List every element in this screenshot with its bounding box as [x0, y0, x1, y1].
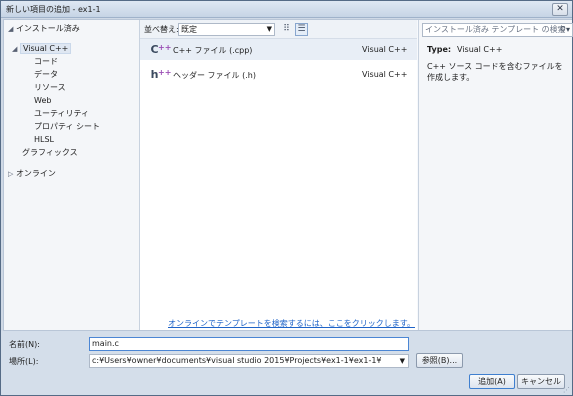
expand-triangle-icon[interactable]: ◢ — [8, 25, 13, 33]
plus-plus-icon: ++ — [158, 68, 172, 77]
tree-item-visual-cpp[interactable]: ◢ Visual C++ — [12, 43, 72, 54]
search-input[interactable]: インストール済み テンプレート の検索 ⚲▾ — [422, 23, 573, 37]
add-button[interactable]: 追加(A) — [469, 374, 515, 389]
name-field[interactable]: main.c — [89, 337, 409, 351]
tree-installed-header[interactable]: ◢ インストール済み — [8, 23, 80, 35]
grid-view-icon[interactable]: ⠿ — [280, 23, 293, 36]
header-file-icon: h ++ — [148, 67, 172, 82]
type-value: Visual C++ — [457, 45, 503, 54]
category-tree: ◢ インストール済み ◢ Visual C++ コード データ リソース Web… — [4, 20, 140, 330]
name-label: 名前(N): — [9, 340, 40, 349]
tree-item-utility[interactable]: ユーティリティ — [34, 108, 89, 119]
collapsed-triangle-icon[interactable]: ▷ — [8, 170, 13, 178]
tree-item-resource[interactable]: リソース — [34, 82, 66, 93]
tree-online-label: オンライン — [15, 169, 56, 178]
tree-item-code[interactable]: コード — [34, 56, 58, 67]
dialog-content: ◢ インストール済み ◢ Visual C++ コード データ リソース Web… — [3, 19, 573, 331]
template-description: C++ ソース コードを含むファイルを作成します。 — [427, 62, 563, 82]
title-bar[interactable]: 新しい項目の追加 - ex1-1 ✕ — [1, 1, 572, 18]
template-language: Visual C++ — [362, 45, 408, 54]
search-icon[interactable]: ⚲▾ — [560, 24, 570, 36]
expand-triangle-icon[interactable]: ◢ — [12, 45, 17, 53]
tree-item-label: Visual C++ — [19, 43, 72, 54]
dialog-footer: 名前(N): main.c 場所(L): c:¥Users¥owner¥docu… — [1, 331, 572, 395]
online-templates-link[interactable]: オンラインでテンプレートを検索するには、ここをクリックします。 — [168, 318, 415, 329]
details-pane: インストール済み テンプレート の検索 ⚲▾ Type: Visual C++ … — [418, 20, 573, 330]
template-list-pane: 並べ替え: 既定 ▼ ⠿ ☰ C ++ C++ ファイル (.cpp) Visua… — [140, 20, 417, 330]
tree-item-web[interactable]: Web — [34, 95, 51, 106]
tree-item-data[interactable]: データ — [34, 69, 58, 80]
window-title: 新しい項目の追加 - ex1-1 — [6, 5, 101, 14]
search-placeholder: インストール済み テンプレート の検索 — [425, 25, 566, 34]
type-label: Type: — [427, 45, 452, 54]
template-row[interactable]: h ++ ヘッダー ファイル (.h) Visual C++ — [140, 64, 417, 85]
plus-plus-icon: ++ — [158, 43, 172, 52]
chevron-down-icon: ▼ — [266, 25, 272, 33]
sort-label: 並べ替え: — [144, 25, 179, 34]
cancel-button[interactable]: キャンセル — [517, 374, 565, 389]
location-label: 場所(L): — [9, 357, 39, 366]
tree-item-property-sheet[interactable]: プロパティ シート — [34, 121, 100, 132]
template-row[interactable]: C ++ C++ ファイル (.cpp) Visual C++ — [140, 39, 417, 60]
location-dropdown[interactable]: c:¥Users¥owner¥documents¥visual studio 2… — [89, 354, 409, 368]
sort-dropdown[interactable]: 既定 ▼ — [178, 23, 275, 36]
chevron-down-icon: ▼ — [399, 357, 405, 365]
location-value: c:¥Users¥owner¥documents¥visual studio 2… — [92, 356, 382, 365]
browse-button[interactable]: 参照(B)... — [416, 353, 463, 368]
cpp-file-icon: C ++ — [148, 42, 171, 57]
add-new-item-dialog: 新しい項目の追加 - ex1-1 ✕ ◢ インストール済み ◢ Visual C… — [0, 0, 573, 396]
template-name: C++ ファイル (.cpp) — [173, 46, 253, 55]
sort-value: 既定 — [181, 25, 197, 34]
tree-item-hlsl[interactable]: HLSL — [34, 134, 54, 145]
tree-item-graphics[interactable]: グラフィックス — [22, 147, 78, 158]
sort-toolbar: 並べ替え: 既定 ▼ ⠿ ☰ — [140, 20, 417, 39]
tree-installed-label: インストール済み — [15, 24, 80, 33]
tree-online-header[interactable]: ▷ オンライン — [8, 168, 56, 180]
close-button[interactable]: ✕ — [552, 3, 568, 16]
template-language: Visual C++ — [362, 70, 408, 79]
resize-grip-icon[interactable]: ⋰ — [563, 386, 570, 394]
template-name: ヘッダー ファイル (.h) — [173, 71, 256, 80]
list-view-icon[interactable]: ☰ — [295, 23, 308, 36]
